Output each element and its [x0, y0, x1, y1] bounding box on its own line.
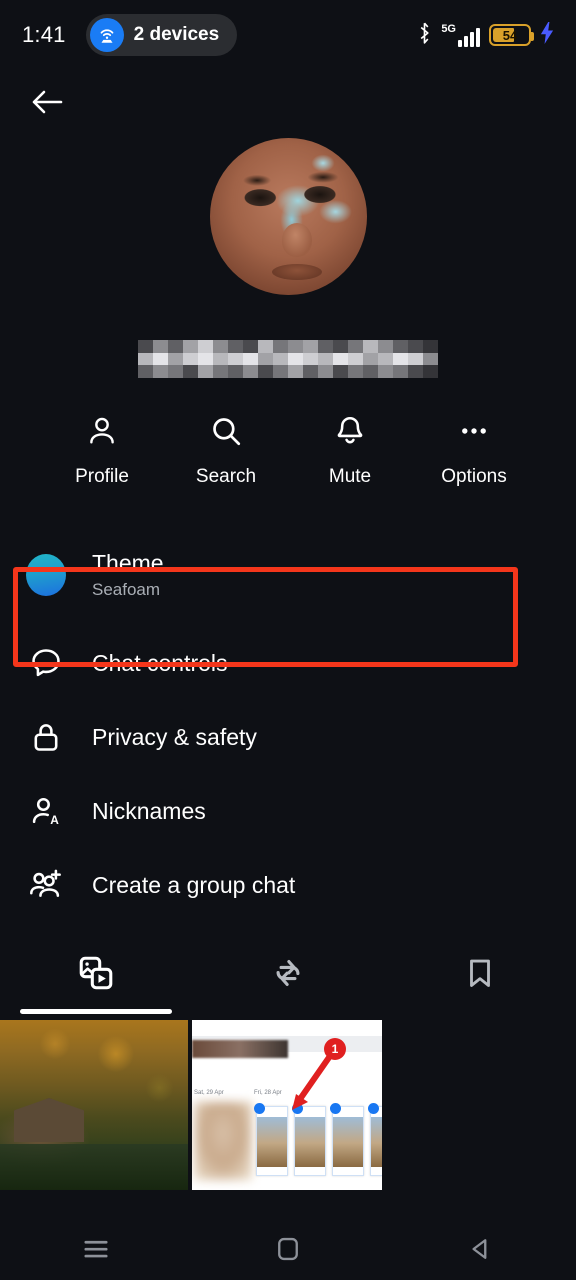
status-clock: 1:41 — [22, 22, 66, 47]
menu-item-chat-controls-title: Chat controls — [92, 649, 228, 676]
avatar[interactable] — [209, 138, 367, 295]
back-triangle-icon[interactable] — [384, 1235, 576, 1263]
battery-level-label: 54 — [502, 27, 518, 43]
header-bar — [0, 70, 576, 134]
menu-item-privacy-safety-title: Privacy & safety — [92, 723, 257, 750]
home-square-icon[interactable] — [192, 1235, 384, 1263]
content-tabs — [0, 944, 576, 1014]
network-type-label: 5G — [441, 22, 456, 35]
media-thumbnail-annotated-screenshot[interactable]: Sat, 29 Apr Fri, 28 Apr 1 — [192, 1020, 382, 1190]
ellipsis-icon — [457, 412, 491, 450]
cast-router-icon — [89, 18, 124, 52]
bookmark-icon — [463, 956, 497, 995]
svg-text:A: A — [50, 813, 59, 827]
status-bar: 1:41 2 devices 5G 54 — [0, 0, 576, 70]
menu-item-privacy-safety[interactable]: Privacy & safety — [0, 700, 576, 774]
menu-item-theme-title: Theme — [92, 550, 164, 576]
menu-item-create-group-chat[interactable]: Create a group chat — [0, 848, 576, 922]
action-options[interactable]: Options — [412, 412, 536, 488]
annotation-step-badge: 1 — [324, 1038, 346, 1060]
arrow-left-icon[interactable] — [24, 79, 70, 125]
tab-media[interactable] — [0, 944, 192, 1014]
action-options-label: Options — [441, 466, 507, 487]
chat-bubble-icon — [26, 646, 66, 680]
android-navigation-bar — [0, 1218, 576, 1280]
screenshot-card — [254, 1103, 288, 1176]
screenshot-card — [330, 1103, 364, 1176]
menu-item-theme[interactable]: Theme Seafoam — [0, 524, 576, 626]
menu-item-create-group-chat-title: Create a group chat — [92, 871, 296, 898]
action-search[interactable]: Search — [164, 412, 288, 488]
magnifier-icon — [209, 412, 243, 450]
media-grid: Sat, 29 Apr Fri, 28 Apr 1 — [0, 1020, 576, 1190]
tab-shared[interactable] — [192, 944, 384, 1006]
recents-icon[interactable] — [0, 1236, 192, 1262]
quick-actions-row: Profile Search Mute Options — [0, 412, 576, 488]
lightning-bolt-icon — [540, 21, 554, 49]
status-icons: 5G 54 — [417, 0, 554, 70]
devices-pill[interactable]: 2 devices — [85, 14, 238, 56]
add-people-icon — [26, 867, 66, 903]
menu-item-chat-controls[interactable]: Chat controls — [0, 626, 576, 700]
action-profile-label: Profile — [75, 466, 129, 487]
bell-icon — [333, 412, 367, 450]
profile-header — [0, 138, 576, 378]
bluetooth-icon — [417, 22, 432, 49]
media-photos-videos-icon — [76, 953, 116, 998]
action-profile[interactable]: Profile — [40, 412, 164, 488]
battery-indicator: 54 — [489, 24, 534, 46]
screenshot-card — [368, 1103, 382, 1176]
lock-icon — [26, 720, 66, 754]
screenshot-date-left: Sat, 29 Apr — [194, 1090, 224, 1096]
action-mute-label: Mute — [328, 466, 372, 487]
tab-active-indicator — [20, 1009, 172, 1014]
signal-bars-icon: 5G — [441, 22, 480, 47]
action-search-label: Search — [195, 466, 257, 487]
screenshot-card — [292, 1103, 326, 1176]
contact-name-censored — [138, 340, 438, 378]
media-thumbnail-autumn-cabin[interactable] — [0, 1020, 188, 1190]
person-icon — [85, 412, 119, 450]
theme-color-circle — [26, 554, 66, 596]
tab-saved[interactable] — [384, 944, 576, 1006]
settings-menu: Theme Seafoam Chat controls Privacy & sa… — [0, 524, 576, 922]
menu-item-nicknames-title: Nicknames — [92, 797, 206, 824]
devices-pill-label: 2 devices — [133, 24, 220, 45]
person-a-icon: A — [26, 794, 66, 828]
menu-item-nicknames[interactable]: A Nicknames — [0, 774, 576, 848]
menu-item-theme-value: Seafoam — [92, 580, 161, 599]
shared-repeat-icon — [270, 955, 306, 996]
action-mute[interactable]: Mute — [288, 412, 412, 488]
